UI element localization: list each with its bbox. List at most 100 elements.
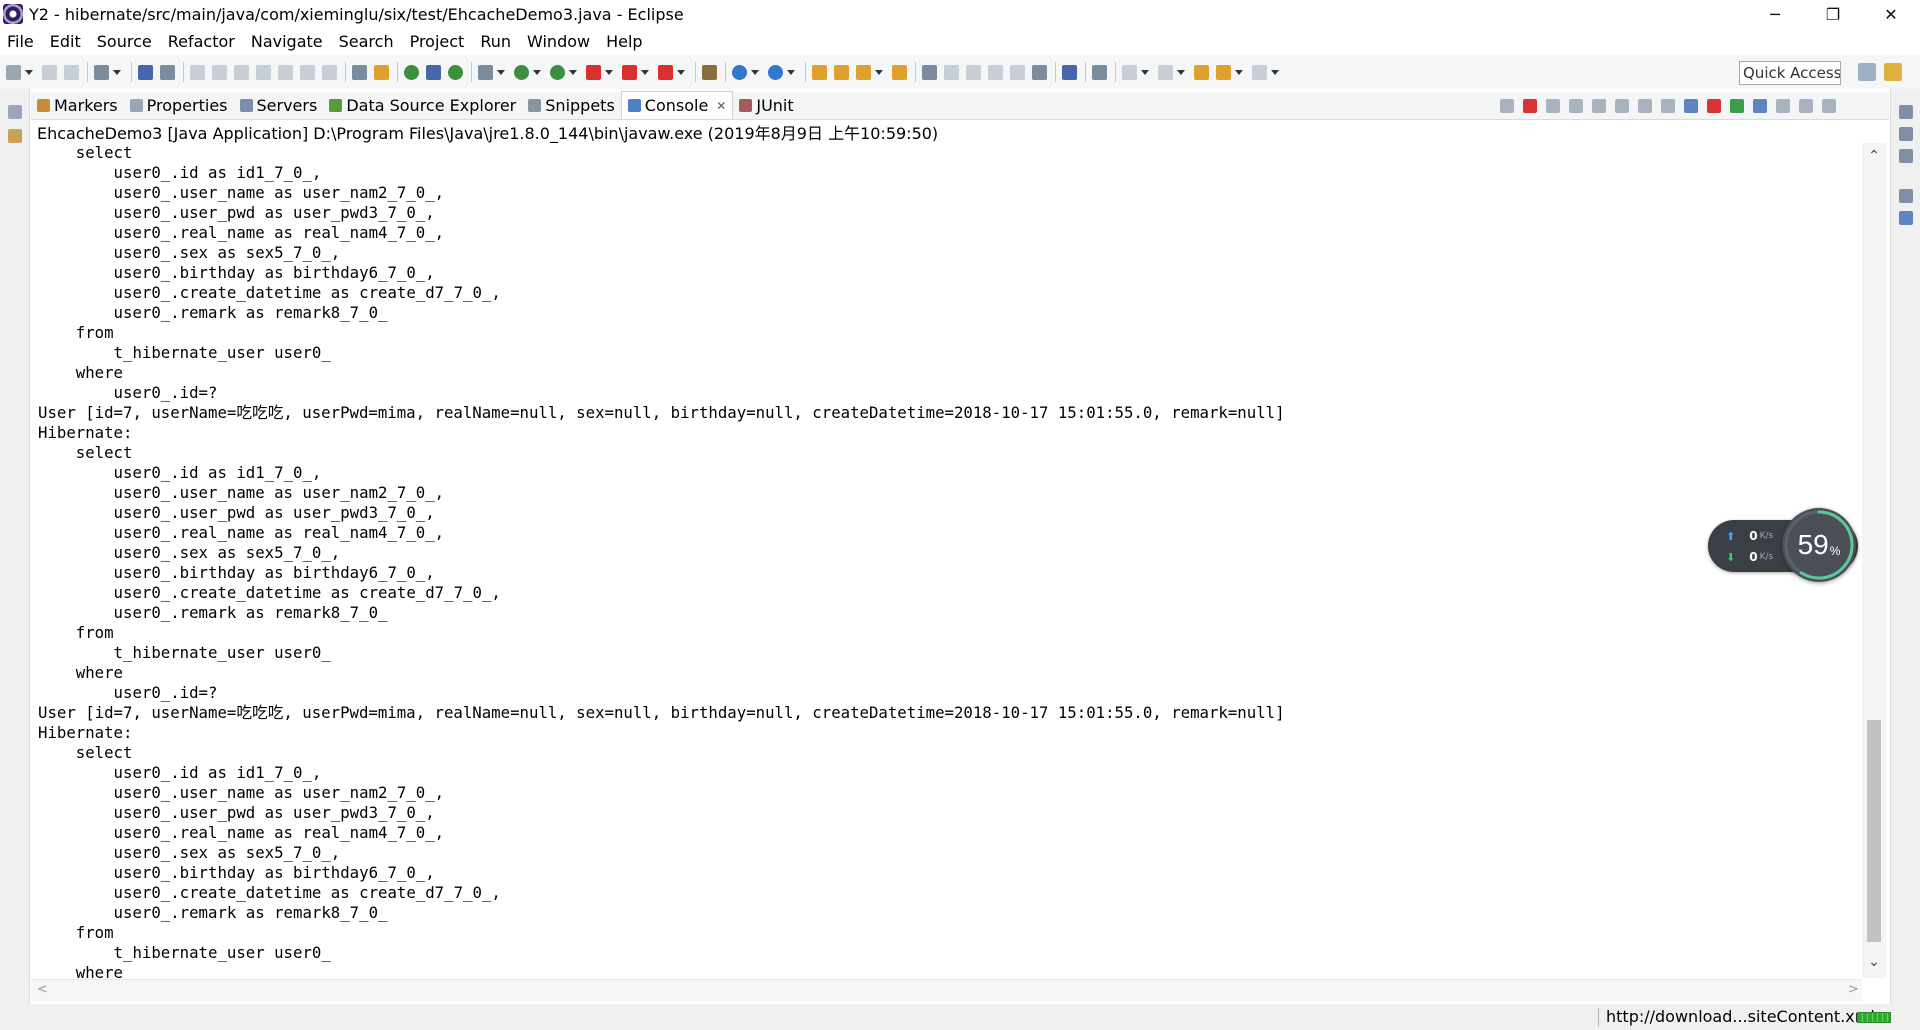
new-icon[interactable] xyxy=(6,64,21,80)
vertical-scroll-thumb[interactable] xyxy=(1867,720,1881,942)
scroll-left-icon[interactable]: < xyxy=(37,982,48,997)
suspend-icon[interactable] xyxy=(212,64,227,80)
status-progress-text[interactable]: http://download...siteContent.xml xyxy=(1606,1007,1875,1026)
terminate-icon[interactable] xyxy=(234,64,249,80)
annotation-icon[interactable] xyxy=(1032,64,1047,80)
stop-dropdown-icon[interactable] xyxy=(641,69,649,75)
skip-breakpoints-icon[interactable] xyxy=(160,64,175,80)
new-web-service-icon[interactable] xyxy=(768,64,783,80)
debug-settings-dropdown-icon[interactable] xyxy=(497,69,505,75)
quick-access-input[interactable]: Quick Access xyxy=(1739,61,1841,85)
new-java-class-dropdown-icon[interactable] xyxy=(751,69,759,75)
pilcrow-icon[interactable] xyxy=(1010,64,1025,80)
tab-markers[interactable]: Markers xyxy=(31,92,124,119)
run-icon[interactable] xyxy=(514,64,529,80)
open-type-icon[interactable] xyxy=(812,64,827,80)
progress-bar[interactable] xyxy=(1857,1012,1891,1023)
menu-help[interactable]: Help xyxy=(606,32,642,51)
restore-right-view-icon[interactable] xyxy=(1899,105,1913,119)
publish-dropdown-icon[interactable] xyxy=(113,69,121,75)
new-web-service-dropdown-icon[interactable] xyxy=(787,69,795,75)
memory-usage-gauge[interactable]: 59% xyxy=(1782,508,1856,582)
minimize-view-icon[interactable] xyxy=(1799,99,1813,113)
close-tab-icon[interactable]: ✕ xyxy=(716,99,726,113)
refresh-server-icon[interactable] xyxy=(448,64,463,80)
show-console-stderr-icon[interactable] xyxy=(1684,99,1698,113)
run-dropdown-icon[interactable] xyxy=(533,69,541,75)
menu-navigate[interactable]: Navigate xyxy=(251,32,323,51)
menu-edit[interactable]: Edit xyxy=(50,32,81,51)
remove-launch-icon[interactable] xyxy=(1500,99,1514,113)
remove-all-terminated-icon[interactable] xyxy=(1546,99,1560,113)
restore-button[interactable]: ❐ xyxy=(1804,0,1862,28)
scroll-up-icon[interactable]: ⌃ xyxy=(1862,147,1886,165)
open-folder-icon[interactable] xyxy=(892,64,907,80)
menu-run[interactable]: Run xyxy=(480,32,511,51)
horizontal-scrollbar[interactable]: < > xyxy=(31,979,1862,1001)
close-button[interactable]: ✕ xyxy=(1862,0,1920,28)
menu-window[interactable]: Window xyxy=(527,32,590,51)
project-explorer-icon[interactable] xyxy=(8,129,22,143)
open-task-icon[interactable] xyxy=(834,64,849,80)
pin-console-icon[interactable] xyxy=(1707,99,1721,113)
disconnect-icon[interactable] xyxy=(256,64,271,80)
java-ee-perspective-icon[interactable] xyxy=(1884,63,1902,81)
toggle-mark-occurrences-icon[interactable] xyxy=(426,64,441,80)
restore-bottom-view-icon[interactable] xyxy=(1899,189,1913,203)
forward-dropdown-icon[interactable] xyxy=(1271,69,1279,75)
save-icon[interactable] xyxy=(42,64,57,80)
palette-icon[interactable] xyxy=(1899,211,1913,225)
step-over-icon[interactable] xyxy=(300,64,315,80)
console-output[interactable]: select user0_.id as id1_7_0_, user0_.use… xyxy=(31,143,1862,978)
tab-console[interactable]: Console ✕ xyxy=(620,91,734,119)
clear-console-icon[interactable] xyxy=(1592,99,1606,113)
terminate-console-icon[interactable] xyxy=(1523,99,1537,113)
coverage-icon[interactable] xyxy=(550,64,565,80)
toggle-ant-editor-icon[interactable] xyxy=(922,64,937,80)
external-tools-dropdown-icon[interactable] xyxy=(605,69,613,75)
start-server-icon[interactable] xyxy=(404,64,419,80)
next-edit-dropdown-icon[interactable] xyxy=(1141,69,1149,75)
new-console-icon[interactable] xyxy=(1776,99,1790,113)
profile-icon[interactable] xyxy=(658,64,673,80)
tab-snippets[interactable]: Snippets xyxy=(522,92,621,119)
stop-icon[interactable] xyxy=(622,64,637,80)
back-dropdown-icon[interactable] xyxy=(1235,69,1243,75)
show-whitespace-icon[interactable] xyxy=(988,64,1003,80)
external-tools-icon[interactable] xyxy=(586,64,601,80)
toggle-block-selection-icon[interactable] xyxy=(966,64,981,80)
tab-data-source-explorer[interactable]: Data Source Explorer xyxy=(323,92,522,119)
next-edit-icon[interactable] xyxy=(1122,64,1137,80)
previous-edit-dropdown-icon[interactable] xyxy=(1177,69,1185,75)
resume-icon[interactable] xyxy=(190,64,205,80)
menu-refactor[interactable]: Refactor xyxy=(168,32,235,51)
scroll-right-icon[interactable]: > xyxy=(1848,982,1859,997)
menu-source[interactable]: Source xyxy=(97,32,152,51)
restore-view-icon[interactable] xyxy=(8,105,22,119)
next-annotation-icon[interactable] xyxy=(1092,64,1107,80)
scroll-down-icon[interactable]: ⌄ xyxy=(1862,953,1886,971)
search-dropdown-icon[interactable] xyxy=(875,69,883,75)
save-all-icon[interactable] xyxy=(64,64,79,80)
last-edit-location-icon[interactable] xyxy=(1194,64,1209,80)
new-java-class-icon[interactable] xyxy=(732,64,747,80)
outline-icon[interactable] xyxy=(1899,127,1913,141)
remove-terminated-icon[interactable] xyxy=(1569,99,1583,113)
back-icon[interactable] xyxy=(1216,64,1231,80)
new-java-package-icon[interactable] xyxy=(702,64,717,80)
profile-dropdown-icon[interactable] xyxy=(677,69,685,75)
task-list-icon[interactable] xyxy=(1899,149,1913,163)
coverage-dropdown-icon[interactable] xyxy=(569,69,577,75)
display-selected-console-icon[interactable] xyxy=(1730,99,1744,113)
search-icon[interactable] xyxy=(856,64,871,80)
tab-junit[interactable]: JUnit xyxy=(733,92,799,119)
maximize-view-icon[interactable] xyxy=(1822,99,1836,113)
drop-to-frame-icon[interactable] xyxy=(352,64,367,80)
step-return-icon[interactable] xyxy=(322,64,337,80)
menu-project[interactable]: Project xyxy=(410,32,465,51)
use-step-filters-icon[interactable] xyxy=(374,64,389,80)
minimize-button[interactable]: ─ xyxy=(1746,0,1804,28)
word-wrap-icon[interactable] xyxy=(1638,99,1652,113)
terminal-icon[interactable] xyxy=(138,64,153,80)
menu-search[interactable]: Search xyxy=(339,32,394,51)
